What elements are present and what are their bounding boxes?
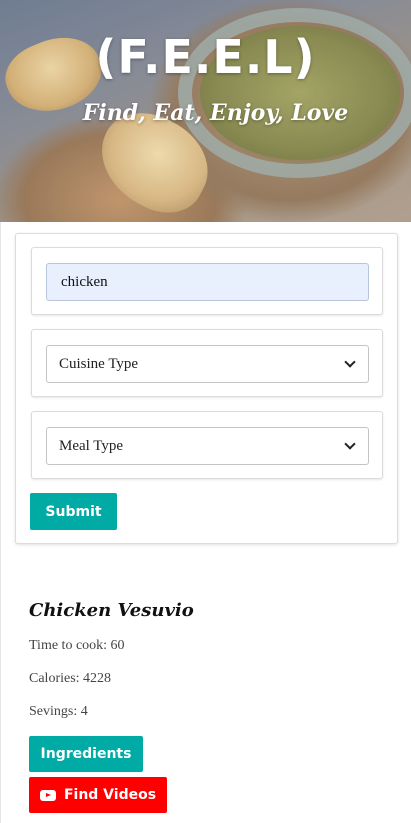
servings: Sevings: 4: [29, 704, 88, 719]
site-title: (F.E.E.L): [95, 30, 316, 84]
divider: [0, 222, 1, 823]
search-input[interactable]: [46, 263, 369, 301]
find-videos-button[interactable]: Find Videos: [29, 777, 167, 813]
chevron-down-icon: [344, 356, 356, 368]
cuisine-type-select[interactable]: Cuisine Type: [46, 345, 369, 383]
hero-banner: (F.E.E.L) Find, Eat, Enjoy, Love: [0, 0, 411, 222]
youtube-icon: [39, 789, 56, 801]
meal-type-select-value: Meal Type: [59, 437, 124, 454]
find-videos-button-label: Find Videos: [63, 787, 157, 803]
recipe-search-form: Cuisine Type Meal Type Submit: [15, 233, 398, 544]
submit-button[interactable]: Submit: [30, 493, 117, 530]
site-tagline: Find, Eat, Enjoy, Love: [82, 100, 349, 126]
cuisine-field-container: Cuisine Type: [31, 329, 383, 397]
ingredients-button[interactable]: Ingredients: [29, 736, 143, 772]
meal-field-container: Meal Type: [31, 411, 383, 479]
time-to-cook: Time to cook: 60: [29, 638, 125, 653]
chevron-down-icon: [344, 438, 356, 450]
meal-type-select[interactable]: Meal Type: [46, 427, 369, 465]
ingredients-button-label: Ingredients: [40, 746, 132, 762]
search-field-container: [31, 247, 383, 315]
calories: Calories: 4228: [29, 671, 112, 686]
recipe-title: Chicken Vesuvio: [29, 600, 194, 621]
cuisine-type-select-value: Cuisine Type: [59, 355, 139, 372]
